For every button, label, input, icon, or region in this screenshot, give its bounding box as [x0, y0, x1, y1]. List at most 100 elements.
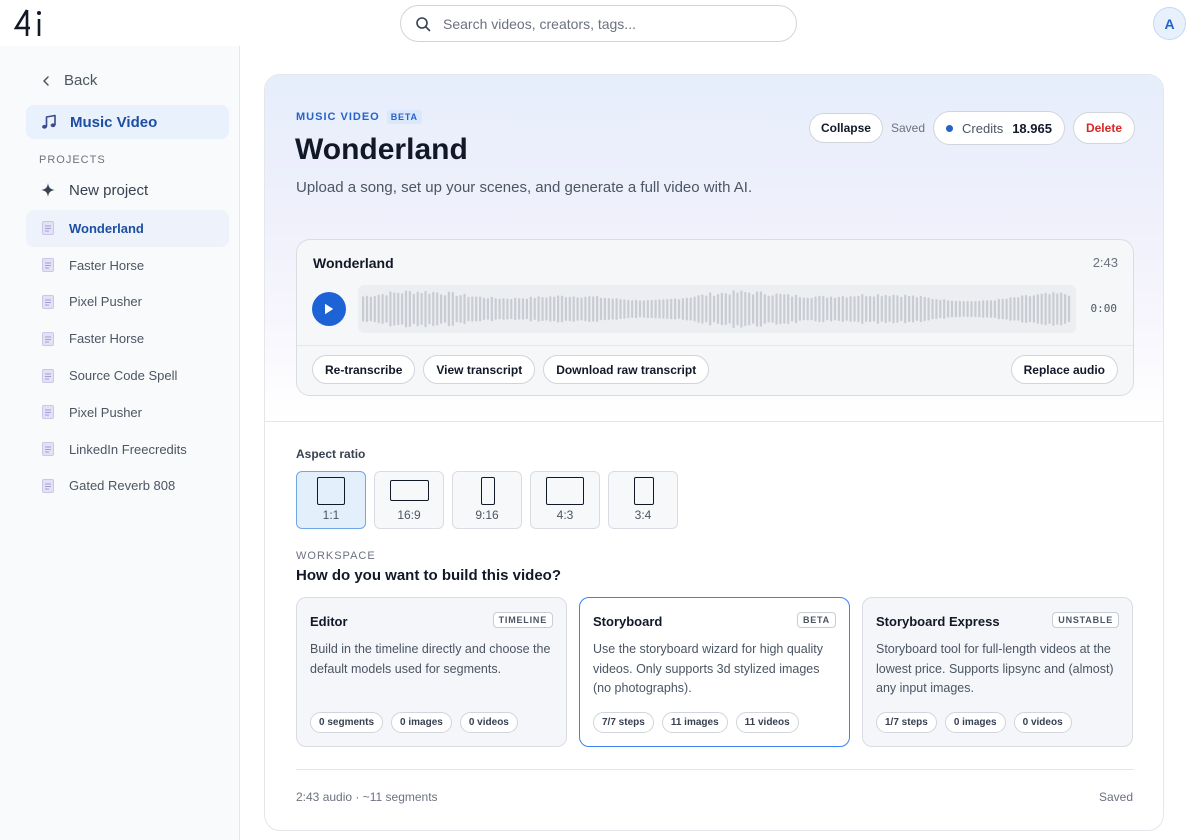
- waveform-bar: [892, 294, 895, 324]
- sidebar-item-project[interactable]: LinkedIn Freecredits: [26, 431, 229, 468]
- sidebar-item-project[interactable]: Pixel Pusher: [26, 284, 229, 321]
- delete-button[interactable]: Delete: [1072, 112, 1135, 144]
- download-raw-transcript-button[interactable]: Download raw transcript: [543, 355, 710, 384]
- waveform-bar: [806, 297, 809, 321]
- project-label: LinkedIn Freecredits: [69, 441, 187, 457]
- search-input[interactable]: [443, 15, 773, 32]
- workspace-option-stats: 1/7 steps 0 images 0 videos: [876, 712, 1080, 733]
- waveform-bar: [693, 296, 696, 322]
- user-avatar[interactable]: A: [1153, 7, 1186, 40]
- workspace-option-tag: TIMELINE: [492, 612, 553, 628]
- workspace-option-name: Editor: [310, 614, 348, 629]
- sidebar-item-project[interactable]: Gated Reverb 808: [26, 468, 229, 505]
- view-transcript-button[interactable]: View transcript: [423, 355, 536, 384]
- waveform-bar: [841, 296, 844, 322]
- saved-status: Saved: [890, 121, 926, 135]
- waveform-bar: [1060, 292, 1063, 326]
- waveform-bar: [915, 297, 918, 321]
- waveform-bar: [404, 290, 408, 328]
- waveform-bar: [740, 290, 743, 328]
- eyebrow-label: MUSIC VIDEO: [296, 111, 380, 123]
- document-icon: [42, 258, 54, 273]
- waveform-bar: [736, 292, 739, 326]
- waveform-bar: [416, 291, 419, 327]
- back-label: Back: [64, 72, 98, 89]
- waveform-bar: [510, 298, 513, 320]
- aspect-ratio-9-16-button[interactable]: 9:16: [452, 471, 522, 529]
- project-label: Faster Horse: [69, 331, 145, 347]
- waveform-bar: [794, 294, 798, 324]
- waveform-bar: [1001, 298, 1004, 320]
- waveform-bar: [861, 294, 864, 325]
- waveform-bar: [989, 300, 993, 318]
- header-actions: Collapse Saved Credits 18.965 Delete: [808, 111, 1135, 145]
- waveform-bar: [443, 295, 447, 323]
- waveform-bar: [424, 290, 427, 328]
- waveform-bar: [365, 295, 369, 323]
- waveform-bar: [580, 297, 583, 321]
- audio-duration: 2:43: [1092, 255, 1118, 270]
- waveform-bar: [728, 294, 731, 324]
- waveform-bar: [397, 292, 400, 326]
- workspace-option-editor[interactable]: Editor TIMELINE Build in the timeline di…: [296, 597, 567, 747]
- audio-timecode: 0:00: [1090, 302, 1118, 315]
- workspace-option-storyboard-express[interactable]: Storyboard Express UNSTABLE Storyboard t…: [862, 597, 1133, 747]
- sidebar-item-project[interactable]: Faster Horse: [26, 247, 229, 284]
- app-logo[interactable]: [14, 8, 46, 38]
- waveform-bar: [592, 296, 595, 322]
- replace-audio-button[interactable]: Replace audio: [1010, 355, 1118, 384]
- audio-actions: Re-transcribe View transcript Download r…: [312, 355, 717, 384]
- collapse-button[interactable]: Collapse: [808, 113, 883, 143]
- project-label: Pixel Pusher: [69, 294, 142, 310]
- search-bar[interactable]: [400, 5, 797, 42]
- waveform-bar: [568, 296, 571, 322]
- aspect-ratio-4-3-button[interactable]: 4:3: [530, 471, 600, 529]
- waveform-bar: [814, 296, 817, 322]
- new-project-button[interactable]: New project: [26, 175, 229, 205]
- waveform-bar: [997, 298, 1000, 320]
- landscape-wide-icon: [390, 480, 429, 501]
- waveform-bar: [498, 298, 501, 320]
- waveform-bar: [752, 294, 755, 324]
- waveform-bar: [837, 296, 840, 322]
- aspect-ratio-3-4-button[interactable]: 3:4: [608, 471, 678, 529]
- project-card: MUSIC VIDEO BETA Wonderland Upload a son…: [264, 74, 1164, 831]
- project-label: Gated Reverb 808: [69, 478, 176, 494]
- project-label: Pixel Pusher: [69, 404, 142, 420]
- eyebrow: MUSIC VIDEO BETA: [296, 110, 422, 124]
- waveform-bar: [525, 298, 528, 320]
- waveform-bar: [763, 294, 766, 324]
- waveform-bar: [970, 301, 973, 318]
- waveform-bar: [1005, 298, 1008, 320]
- waveform-bar: [1067, 295, 1071, 323]
- credits-badge: Credits 18.965: [933, 111, 1065, 145]
- waveform-bar: [646, 299, 649, 319]
- sidebar-item-project[interactable]: Wonderland: [26, 210, 229, 247]
- waveform-bar: [947, 300, 950, 318]
- re-transcribe-button[interactable]: Re-transcribe: [312, 355, 416, 384]
- play-button[interactable]: [312, 292, 346, 326]
- waveform-bar: [697, 295, 700, 323]
- waveform-bar: [908, 295, 911, 323]
- workspace-option-name: Storyboard Express: [876, 614, 1000, 629]
- page-subtitle: Upload a song, set up your scenes, and g…: [296, 179, 753, 196]
- waveform-bar: [506, 298, 509, 320]
- waveform-bar: [732, 290, 735, 328]
- aspect-ratio-1-1-button[interactable]: 1:1: [296, 471, 366, 529]
- waveform-bar: [502, 298, 505, 320]
- aspect-ratio-16-9-button[interactable]: 16:9: [374, 471, 444, 529]
- back-button[interactable]: Back: [40, 72, 97, 89]
- sidebar: Back Music Video PROJECTS New project Wo…: [0, 46, 240, 840]
- sidebar-item-project[interactable]: Faster Horse: [26, 320, 229, 357]
- waveform-bar: [412, 293, 415, 325]
- sidebar-item-music-video[interactable]: Music Video: [26, 105, 229, 139]
- waveform-bar: [373, 295, 376, 323]
- waveform-bar: [783, 294, 786, 324]
- sidebar-item-project[interactable]: Source Code Spell: [26, 357, 229, 394]
- stat-chip: 1/7 steps: [876, 712, 937, 733]
- sidebar-item-project[interactable]: Pixel Pusher: [26, 394, 229, 431]
- audio-waveform[interactable]: [358, 285, 1076, 333]
- waveform-bar: [787, 294, 790, 325]
- waveform-bar: [638, 300, 642, 318]
- workspace-option-storyboard[interactable]: Storyboard BETA Use the storyboard wizar…: [579, 597, 850, 747]
